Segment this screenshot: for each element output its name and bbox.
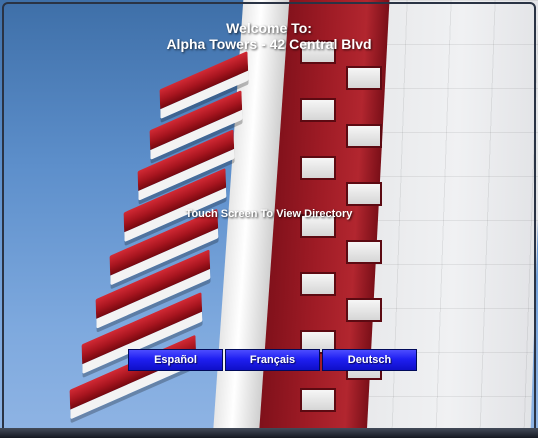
language-button-francais[interactable]: Français [225,349,320,371]
language-selector: Español Français Deutsch [128,349,418,371]
welcome-title: Welcome To: [226,20,312,36]
bottom-bar [0,428,538,438]
kiosk-screen[interactable]: Welcome To: Alpha Towers - 42 Central Bl… [0,0,538,438]
touch-prompt[interactable]: Touch Screen To View Directory [0,208,538,220]
language-button-deutsch[interactable]: Deutsch [322,349,417,371]
language-button-espanol[interactable]: Español [128,349,223,371]
building-name: Alpha Towers - 42 Central Blvd [166,36,372,52]
